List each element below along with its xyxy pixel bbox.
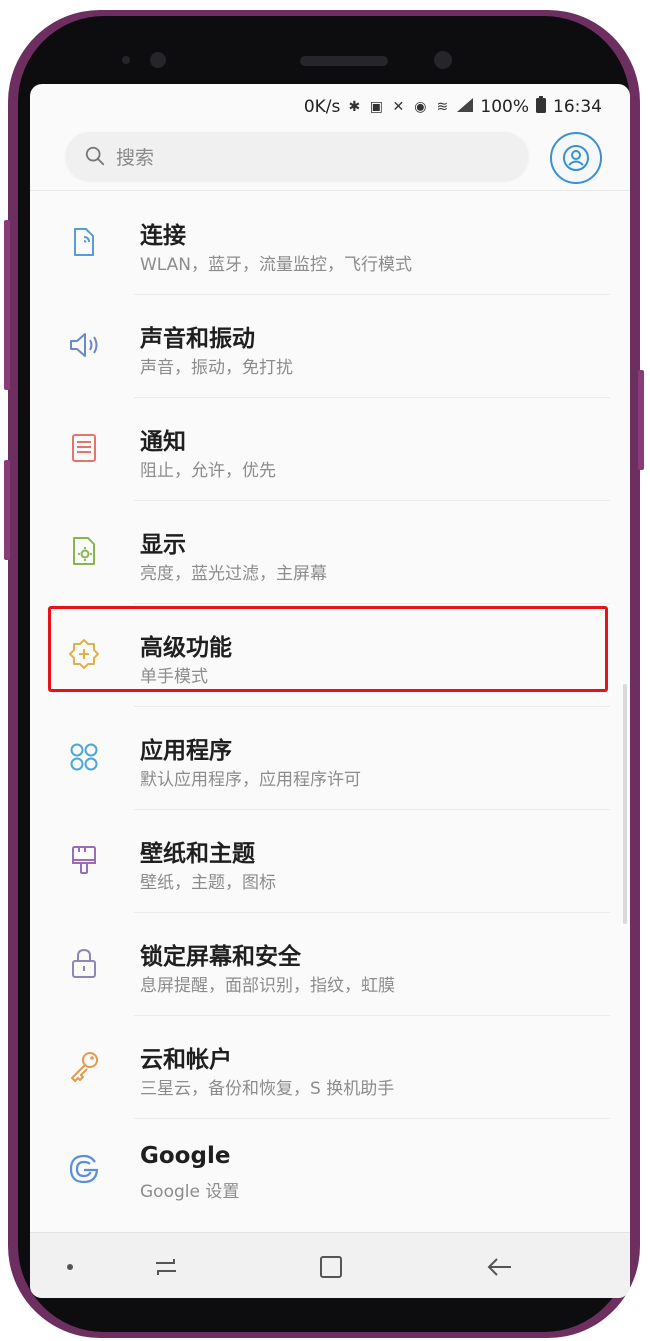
home-button[interactable] xyxy=(313,1249,349,1285)
header-divider xyxy=(30,190,630,191)
profile-button[interactable] xyxy=(550,132,602,184)
screen: 0K/s ✱ ▣ ✕ ◉ ≋ 100% 16:34 搜索 连接 WLAN，蓝牙，… xyxy=(30,84,630,1298)
volume-side-button xyxy=(4,460,10,560)
earpiece-speaker xyxy=(300,56,388,66)
battery-percent: 100% xyxy=(480,97,529,117)
net-speed: 0K/s xyxy=(303,97,341,117)
phone-frame: 0K/s ✱ ▣ ✕ ◉ ≋ 100% 16:34 搜索 连接 WLAN，蓝牙，… xyxy=(4,10,644,1338)
wifi-icon: ≋ xyxy=(436,99,449,115)
connection-icon xyxy=(74,228,94,256)
sound-icon xyxy=(70,333,98,357)
settings-item-subtitle: 单手模式 xyxy=(140,667,208,687)
display-icon xyxy=(73,537,95,565)
recent-apps-button[interactable] xyxy=(148,1249,184,1285)
settings-item-title: Google xyxy=(140,1143,231,1169)
settings-item-title: 显示 xyxy=(140,532,186,558)
google-icon xyxy=(69,1154,99,1184)
settings-item-connections[interactable]: 连接 WLAN，蓝牙，流量监控，飞行模式 xyxy=(30,192,630,295)
settings-item-wallpapers-themes[interactable]: 壁纸和主题 壁纸，主题，图标 xyxy=(30,810,630,913)
settings-item-title: 壁纸和主题 xyxy=(140,841,255,867)
nav-dot-button[interactable] xyxy=(52,1249,88,1285)
settings-item-google[interactable]: Google Google 设置 xyxy=(30,1119,630,1222)
settings-item-subtitle: 默认应用程序，应用程序许可 xyxy=(140,770,361,790)
settings-item-subtitle: WLAN，蓝牙，流量监控，飞行模式 xyxy=(140,255,413,275)
lock-icon xyxy=(72,948,96,978)
settings-item-title: 应用程序 xyxy=(140,738,232,764)
apps-icon xyxy=(70,743,98,771)
bluetooth-icon: ✱ xyxy=(348,99,361,115)
settings-item-subtitle: 壁纸，主题，图标 xyxy=(140,873,276,893)
settings-item-title: 云和帐户 xyxy=(140,1047,232,1073)
home-icon xyxy=(320,1256,342,1278)
settings-item-sound[interactable]: 声音和振动 声音，振动，免打扰 xyxy=(30,295,630,398)
proximity-sensor xyxy=(122,56,130,64)
settings-item-title: 高级功能 xyxy=(140,635,232,661)
scrollbar[interactable] xyxy=(623,684,627,924)
settings-item-title: 通知 xyxy=(140,429,186,455)
settings-item-advanced-features[interactable]: 高级功能 单手模式 xyxy=(30,604,630,707)
battery-icon xyxy=(535,95,547,119)
bixby-side-button xyxy=(4,220,10,390)
settings-item-subtitle: 三星云，备份和恢复，S 换机助手 xyxy=(140,1079,395,1099)
iris-sensor xyxy=(150,52,166,68)
clock: 16:34 xyxy=(553,97,602,117)
search-input[interactable]: 搜索 xyxy=(66,132,528,180)
power-side-button xyxy=(638,370,644,470)
search-icon xyxy=(85,146,105,166)
alarm-icon: ◉ xyxy=(414,99,427,115)
key-icon xyxy=(71,1052,98,1082)
settings-item-subtitle: Google 设置 xyxy=(140,1182,240,1202)
settings-item-apps[interactable]: 应用程序 默认应用程序，应用程序许可 xyxy=(30,707,630,810)
recent-apps-icon xyxy=(156,1259,176,1275)
notification-icon xyxy=(72,434,96,462)
back-arrow-icon xyxy=(487,1258,511,1276)
settings-item-title: 连接 xyxy=(140,223,186,249)
advanced-features-icon xyxy=(69,639,99,669)
mute-icon: ✕ xyxy=(392,99,405,115)
settings-item-notifications[interactable]: 通知 阻止，允许，优先 xyxy=(30,398,630,501)
settings-item-title: 锁定屏幕和安全 xyxy=(140,944,301,970)
dot-icon xyxy=(67,1264,73,1270)
status-bar: 0K/s ✱ ▣ ✕ ◉ ≋ 100% 16:34 xyxy=(304,92,602,122)
back-button[interactable] xyxy=(482,1249,518,1285)
settings-item-subtitle: 声音，振动，免打扰 xyxy=(140,358,293,378)
settings-item-subtitle: 亮度，蓝光过滤，主屏幕 xyxy=(140,564,327,584)
person-icon xyxy=(563,145,589,171)
front-camera xyxy=(434,51,452,69)
settings-item-lock-screen-security[interactable]: 锁定屏幕和安全 息屏提醒，面部识别，指纹，虹膜 xyxy=(30,913,630,1016)
settings-item-cloud-accounts[interactable]: 云和帐户 三星云，备份和恢复，S 换机助手 xyxy=(30,1016,630,1119)
search-placeholder: 搜索 xyxy=(116,146,155,169)
settings-item-display[interactable]: 显示 亮度，蓝光过滤，主屏幕 xyxy=(30,501,630,604)
signal-icon xyxy=(456,97,474,118)
settings-item-subtitle: 息屏提醒，面部识别，指纹，虹膜 xyxy=(140,976,395,996)
navigation-bar xyxy=(30,1232,630,1298)
settings-item-title: 声音和振动 xyxy=(140,326,255,352)
nfc-icon: ▣ xyxy=(369,99,383,115)
wallpaper-icon xyxy=(72,846,96,874)
settings-item-subtitle: 阻止，允许，优先 xyxy=(140,461,276,481)
settings-list: 连接 WLAN，蓝牙，流量监控，飞行模式 声音和振动 声音，振动，免打扰 通知 … xyxy=(30,192,630,1222)
